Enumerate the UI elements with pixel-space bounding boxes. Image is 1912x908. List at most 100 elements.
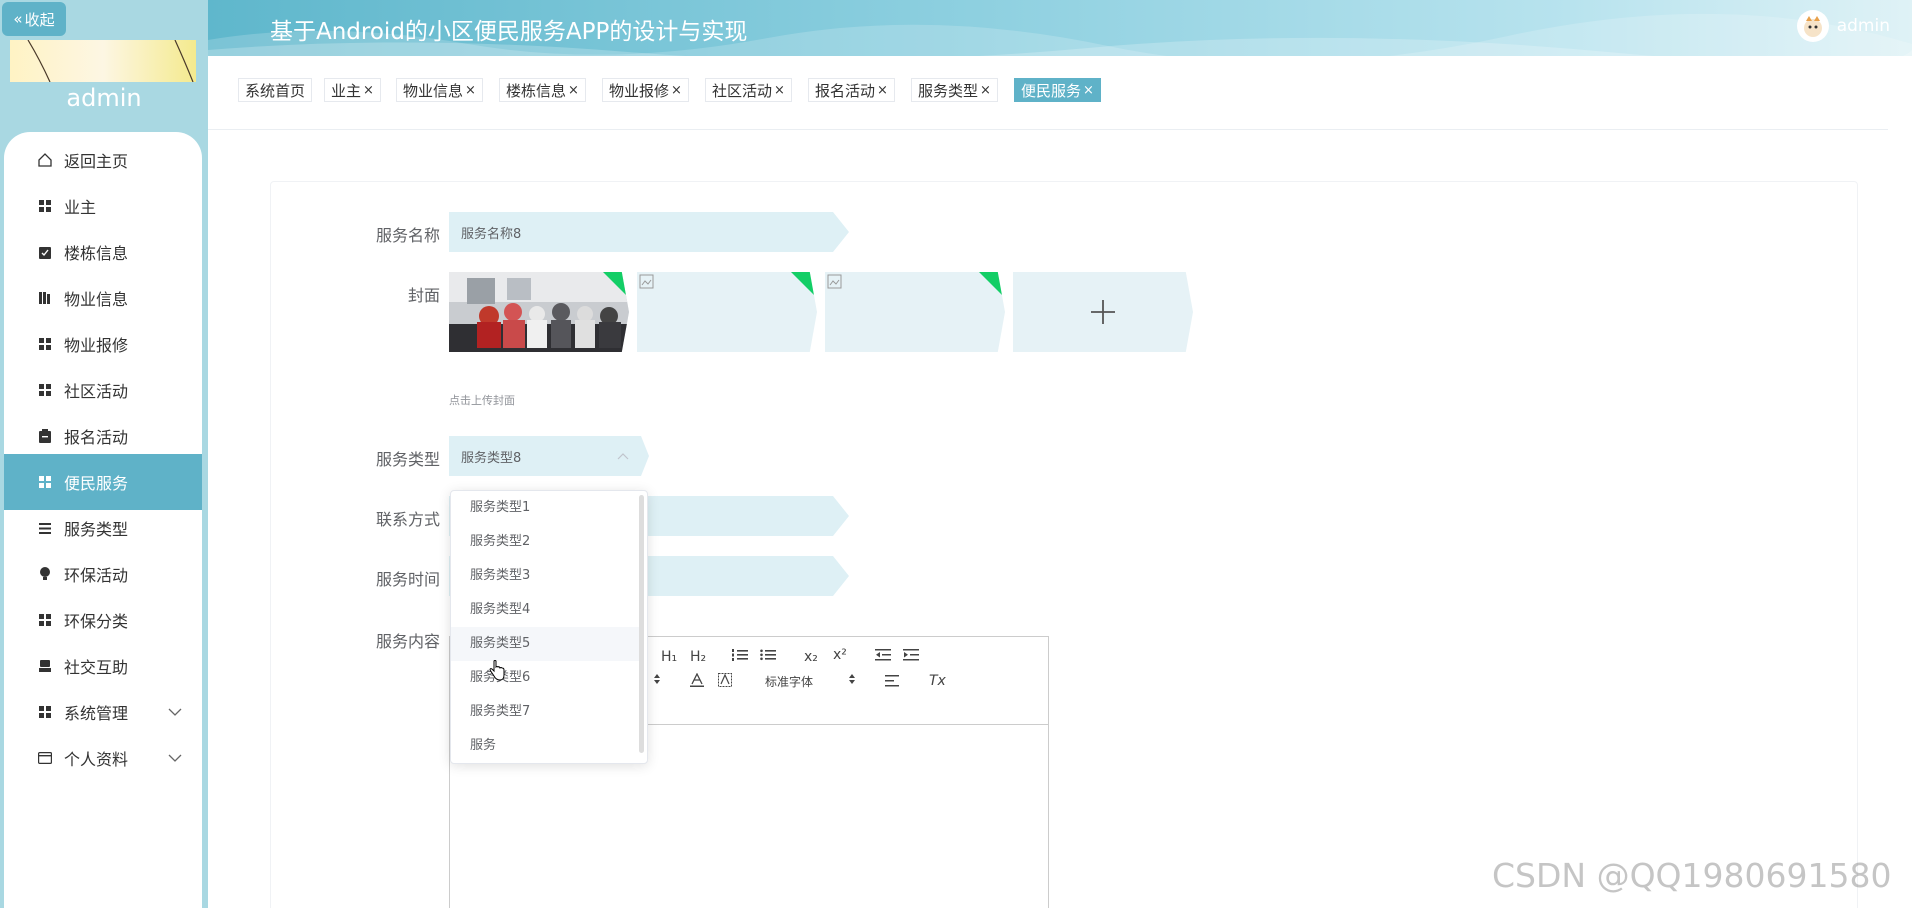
broken-image-icon [827, 274, 842, 289]
top-header: 基于Android的小区便民服务APP的设计与实现 admin [208, 0, 1912, 56]
collapse-button[interactable]: « 收起 [2, 2, 66, 36]
tag-label: 楼栋信息 [506, 81, 567, 100]
menu-label: 返回主页 [64, 152, 129, 171]
tag-signup[interactable]: 报名活动 × [808, 78, 895, 102]
tag-home[interactable]: 系统首页 [238, 78, 313, 102]
plus-icon [1091, 300, 1115, 324]
service-type-dropdown: 服务类型1 服务类型2 服务类型3 服务类型4 服务类型5 服务类型6 服务类型… [450, 490, 648, 764]
tag-owner[interactable]: 业主 × [324, 78, 381, 102]
cover-hint: 点击上传封面 [449, 394, 515, 407]
home-icon [37, 152, 53, 168]
content-label: 服务内容 [375, 632, 440, 651]
tag-label: 物业报修 [609, 81, 670, 100]
dropdown-option[interactable]: 服务类型3 [451, 559, 641, 593]
size-select-arrows-icon[interactable] [653, 673, 661, 689]
chevron-down-icon [168, 748, 182, 767]
align-icon[interactable] [885, 675, 899, 691]
clear-format-button[interactable]: Tx [929, 673, 946, 689]
dropdown-option[interactable]: 服务类型4 [451, 593, 641, 627]
tag-label: 系统首页 [245, 81, 306, 100]
close-icon[interactable]: × [671, 83, 682, 98]
dropdown-option[interactable]: 服务 [451, 729, 641, 763]
user-menu[interactable]: admin [1796, 10, 1890, 42]
service-type-label: 服务类型 [375, 450, 440, 469]
superscript-button[interactable]: x² [833, 647, 847, 663]
dropdown-option[interactable]: 服务类型1 [451, 491, 641, 525]
indent-icon[interactable] [903, 649, 919, 665]
dropdown-option[interactable]: 服务类型7 [451, 695, 641, 729]
header1-button[interactable]: H₁ [661, 649, 677, 665]
watermark: CSDN @QQ1980691580 [1492, 856, 1892, 895]
menu-label: 环保活动 [64, 566, 129, 585]
list-icon [37, 520, 53, 536]
close-icon[interactable]: × [568, 83, 579, 98]
service-name-input[interactable]: 服务名称8 [449, 212, 849, 252]
tag-community-activity[interactable]: 社区活动 × [705, 78, 792, 102]
tag-label: 社区活动 [712, 81, 773, 100]
tag-label: 物业信息 [403, 81, 464, 100]
dropdown-option[interactable]: 服务类型2 [451, 525, 641, 559]
menu-label: 社交互助 [64, 658, 129, 677]
background-color-icon[interactable] [718, 673, 732, 691]
sidebar: « 收起 admin 返回主页 业主 楼栋信息 物业信息 物业报修 社区活动 报… [0, 0, 208, 908]
app-title: 基于Android的小区便民服务APP的设计与实现 [270, 19, 748, 45]
upload-add-button[interactable] [1013, 272, 1193, 352]
service-time-label: 服务时间 [375, 570, 440, 589]
service-name-label: 服务名称 [375, 226, 440, 245]
close-icon[interactable]: × [980, 83, 991, 98]
cover-image-3[interactable] [825, 272, 1005, 352]
menu-item-profile[interactable]: 个人资料 [4, 730, 202, 786]
cover-image-1[interactable] [449, 272, 629, 352]
grid-icon [37, 382, 53, 398]
chevron-down-icon [168, 702, 182, 721]
avatar [1796, 10, 1829, 42]
outdent-icon[interactable] [875, 649, 891, 665]
grid-icon [37, 198, 53, 214]
header2-button[interactable]: H₂ [690, 649, 706, 665]
tag-label: 服务类型 [918, 81, 979, 100]
menu-label: 物业报修 [64, 336, 129, 355]
close-icon[interactable]: × [877, 83, 888, 98]
close-icon[interactable]: × [363, 83, 374, 98]
tag-service-type[interactable]: 服务类型 × [911, 78, 998, 102]
grid-icon [37, 704, 53, 720]
tag-label: 便民服务 [1021, 81, 1082, 100]
tag-repair[interactable]: 物业报修 × [602, 78, 689, 102]
close-icon[interactable]: × [465, 83, 476, 98]
menu-label: 楼栋信息 [64, 244, 129, 263]
service-type-select[interactable]: 服务类型8 [449, 436, 649, 476]
books-icon [37, 290, 53, 306]
tag-label: 业主 [331, 81, 362, 100]
printer-icon [37, 658, 53, 674]
menu-label: 个人资料 [64, 750, 129, 769]
double-chevron-left-icon: « [13, 10, 23, 28]
contact-label: 联系方式 [375, 510, 440, 529]
tag-convenience-service[interactable]: 便民服务 × [1014, 78, 1101, 102]
tag-property[interactable]: 物业信息 × [396, 78, 483, 102]
tag-building[interactable]: 楼栋信息 × [499, 78, 586, 102]
menu-label: 社区活动 [64, 382, 129, 401]
font-color-icon[interactable] [690, 672, 704, 691]
close-icon[interactable]: × [1083, 83, 1094, 98]
cover-image-2[interactable] [637, 272, 817, 352]
font-family-select[interactable]: 标准字体 [765, 673, 813, 690]
bullet-list-icon[interactable] [760, 649, 776, 665]
broken-image-icon [639, 274, 654, 289]
menu-label: 物业信息 [64, 290, 129, 309]
dropdown-option-hovered[interactable]: 服务类型5 [451, 627, 641, 661]
subscript-button[interactable]: x₂ [804, 649, 818, 665]
close-icon[interactable]: × [774, 83, 785, 98]
menu-label: 系统管理 [64, 704, 129, 723]
clipboard-check-icon [37, 244, 53, 260]
sidebar-username: admin [66, 84, 142, 112]
dropdown-option[interactable]: 服务类型6 [451, 661, 641, 695]
dropdown-scrollbar[interactable] [639, 495, 644, 753]
wallet-icon [37, 750, 53, 766]
grid-icon [37, 336, 53, 352]
menu-label: 服务类型 [64, 520, 129, 539]
clipboard-icon [37, 428, 53, 444]
menu-label: 便民服务 [64, 474, 129, 493]
ordered-list-icon[interactable] [732, 649, 748, 665]
tag-label: 报名活动 [815, 81, 876, 100]
tags-bar: 系统首页 业主 × 物业信息 × 楼栋信息 × 物业报修 × 社区活动 × 报名活动 × 服… [208, 56, 1888, 130]
